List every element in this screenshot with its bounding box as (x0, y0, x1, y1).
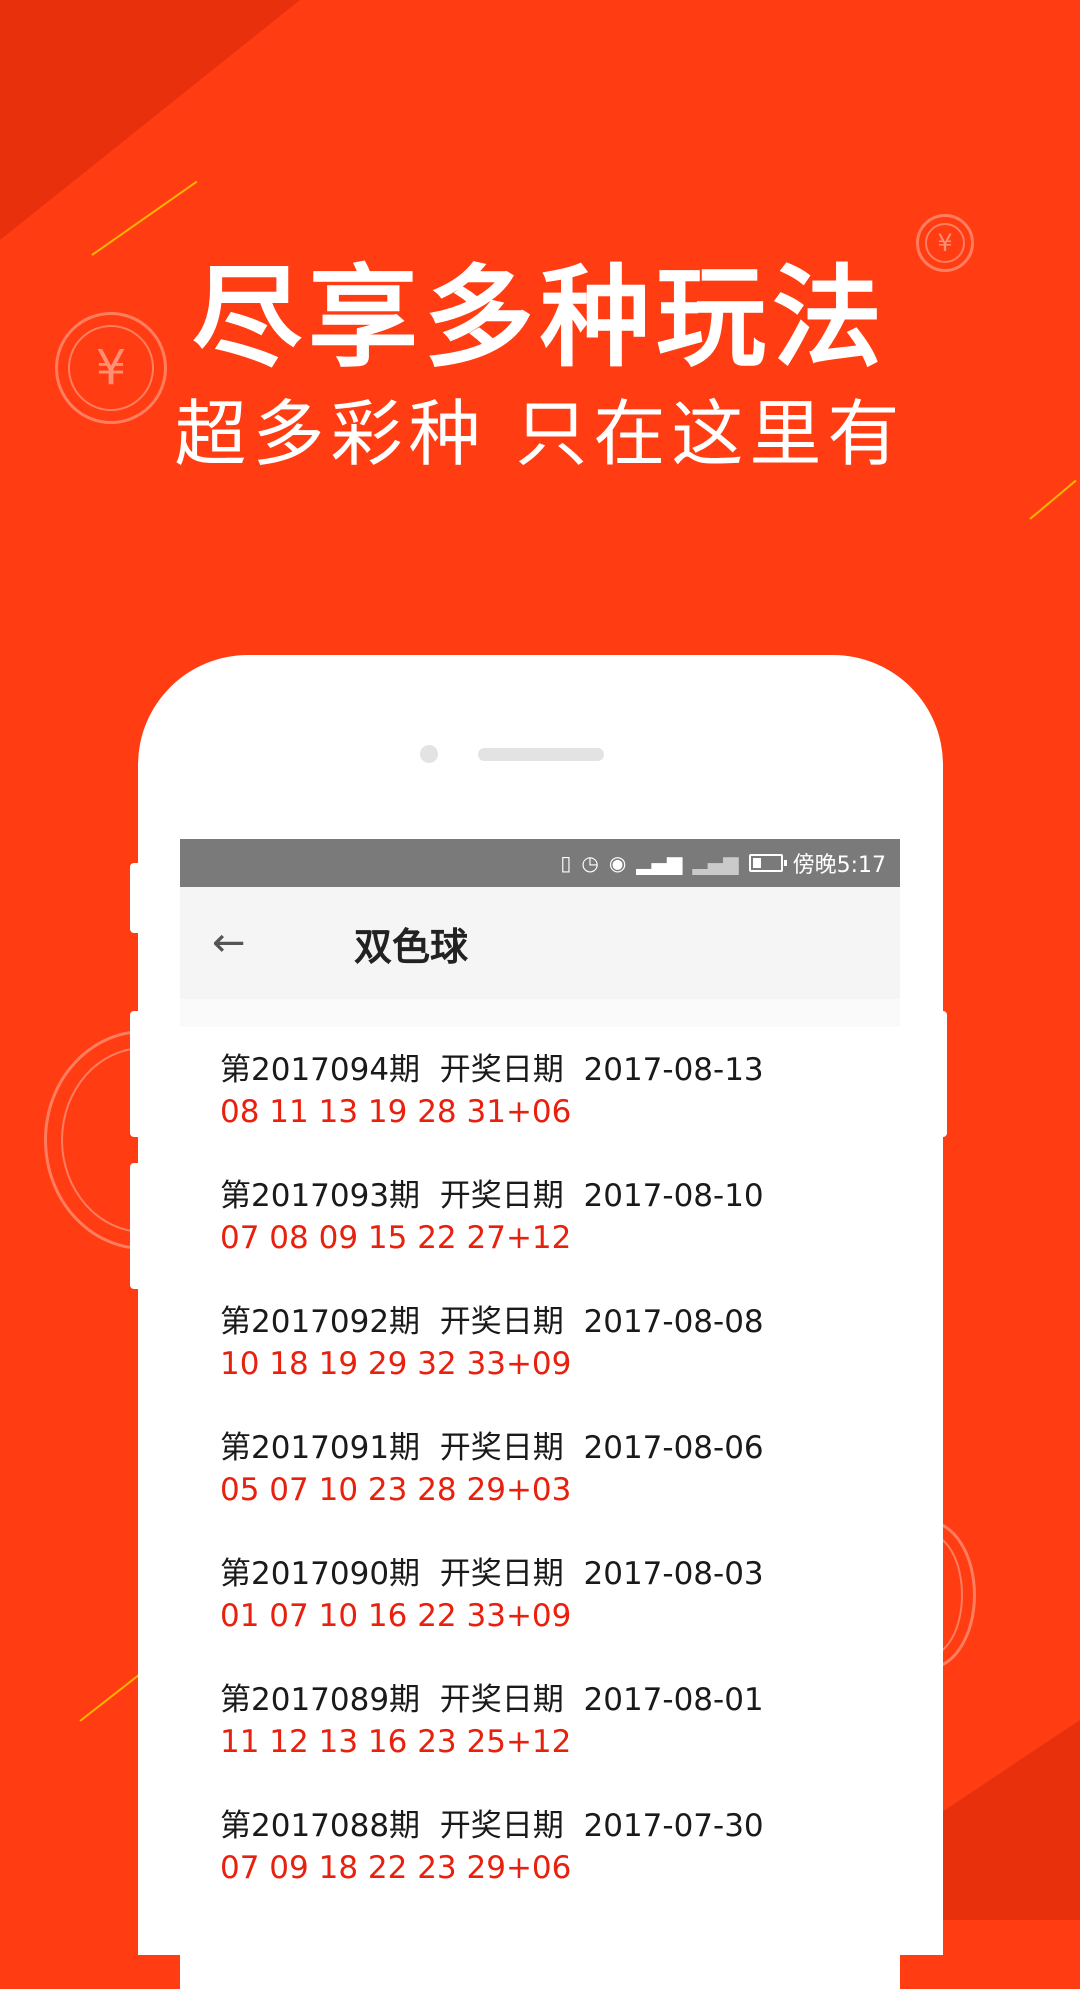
app-bar: ← 双色球 (180, 887, 900, 1027)
alarm-icon: ◷ (581, 851, 599, 875)
phone-side-button (935, 1011, 947, 1137)
draw-date: 2017-07-30 (583, 1808, 764, 1844)
draw-numbers: 08 11 13 19 28 31+06 (220, 1094, 572, 1130)
phone-side-button (130, 1011, 142, 1137)
phone-camera (420, 745, 438, 763)
draw-period: 第2017093期 (220, 1178, 421, 1214)
eye-icon: ◉ (608, 851, 627, 875)
draw-period: 第2017094期 (220, 1052, 421, 1088)
draw-period: 第2017089期 (220, 1682, 421, 1718)
draw-date: 2017-08-01 (583, 1682, 764, 1718)
promo-subhead: 超多彩种 只在这里有 (174, 392, 906, 476)
signal-icon: ▂▄▆ (692, 851, 739, 875)
draw-date-label: 开奖日期 (439, 1052, 564, 1088)
draw-period: 第2017088期 (220, 1808, 421, 1844)
list-item[interactable]: 第2017093期 开奖日期 2017-08-10 07 08 09 15 22… (180, 1163, 900, 1289)
draw-date: 2017-08-08 (583, 1304, 764, 1340)
phone-side-button (130, 1163, 142, 1289)
status-bar: ▯ ◷ ◉ ▂▄▆ ▂▄▆ 傍晚5:17 (180, 839, 900, 887)
page-title: 双色球 (354, 924, 469, 969)
list-item[interactable]: 第2017090期 开奖日期 2017-08-03 01 07 10 16 22… (180, 1541, 900, 1667)
status-time: 傍晚5:17 (792, 853, 886, 878)
draw-period: 第2017091期 (220, 1430, 421, 1466)
phone-mockup: ▯ ◷ ◉ ▂▄▆ ▂▄▆ 傍晚5:17 ← 双色球 第2017094期 开奖日… (130, 655, 947, 1989)
draw-numbers: 01 07 10 16 22 33+09 (220, 1598, 572, 1634)
draw-date-label: 开奖日期 (439, 1556, 564, 1592)
draw-period: 第2017092期 (220, 1304, 421, 1340)
draw-date-label: 开奖日期 (439, 1808, 564, 1844)
list-item[interactable]: 第2017088期 开奖日期 2017-07-30 07 09 18 22 23… (180, 1793, 900, 1919)
vibrate-icon: ▯ (560, 851, 572, 875)
4g-signal-icon: ▂▄▆ (636, 851, 683, 875)
app-screen: ▯ ◷ ◉ ▂▄▆ ▂▄▆ 傍晚5:17 ← 双色球 第2017094期 开奖日… (180, 839, 900, 1989)
phone-side-button (130, 863, 142, 933)
draw-period: 第2017090期 (220, 1556, 421, 1592)
decorative-streak (79, 1673, 141, 1722)
battery-icon (748, 854, 787, 872)
draw-numbers: 11 12 13 16 23 25+12 (220, 1724, 572, 1760)
draw-date-label: 开奖日期 (439, 1682, 564, 1718)
draw-numbers: 10 18 19 29 32 33+09 (220, 1346, 572, 1382)
draw-date: 2017-08-10 (583, 1178, 764, 1214)
draw-date: 2017-08-06 (583, 1430, 764, 1466)
arrow-left-icon[interactable]: ← (212, 920, 272, 966)
list-item[interactable]: 第2017091期 开奖日期 2017-08-06 05 07 10 23 28… (180, 1415, 900, 1541)
draw-date-label: 开奖日期 (439, 1430, 564, 1466)
draw-date: 2017-08-13 (583, 1052, 764, 1088)
list-item[interactable]: 第2017089期 开奖日期 2017-08-01 11 12 13 16 23… (180, 1667, 900, 1793)
phone-speaker (478, 748, 604, 761)
decorative-streak (1029, 479, 1077, 520)
list-item[interactable]: 第2017094期 开奖日期 2017-08-13 08 11 13 19 28… (180, 1037, 900, 1163)
promo-headline: 尽享多种玩法 (192, 254, 888, 382)
draw-date: 2017-08-03 (583, 1556, 764, 1592)
draw-date-label: 开奖日期 (439, 1304, 564, 1340)
draw-numbers: 07 08 09 15 22 27+12 (220, 1220, 572, 1256)
draw-list: 第2017094期 开奖日期 2017-08-13 08 11 13 19 28… (180, 1027, 900, 1919)
background-corner-shape (0, 0, 300, 240)
list-item[interactable]: 第2017092期 开奖日期 2017-08-08 10 18 19 29 32… (180, 1289, 900, 1415)
draw-numbers: 05 07 10 23 28 29+03 (220, 1472, 572, 1508)
draw-numbers: 07 09 18 22 23 29+06 (220, 1850, 572, 1886)
draw-date-label: 开奖日期 (439, 1178, 564, 1214)
